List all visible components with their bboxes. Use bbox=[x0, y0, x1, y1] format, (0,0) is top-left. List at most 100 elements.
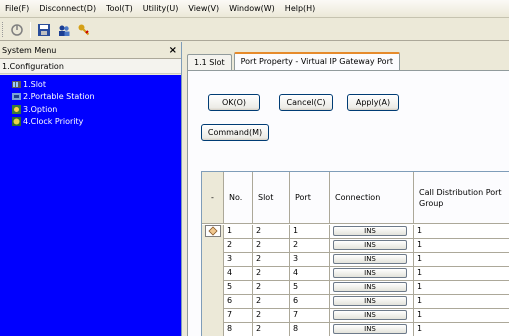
tree-item-slot[interactable]: 1.Slot bbox=[0, 78, 181, 90]
table-row[interactable]: 3 2 3 INS 1 bbox=[224, 253, 509, 267]
system-menu-title: System Menu bbox=[2, 45, 57, 55]
connection-button[interactable]: INS bbox=[333, 324, 407, 334]
connection-button[interactable]: INS bbox=[333, 240, 407, 250]
cell-call-distribution-port-group[interactable]: 1 bbox=[414, 323, 509, 336]
cell-connection[interactable]: INS bbox=[330, 225, 414, 239]
table-row[interactable]: 5 2 5 INS 1 bbox=[224, 281, 509, 295]
cell-no[interactable]: 2 bbox=[224, 239, 253, 253]
cell-port[interactable]: 3 bbox=[290, 253, 330, 267]
cell-slot[interactable]: 2 bbox=[253, 239, 290, 253]
cell-connection[interactable]: INS bbox=[330, 253, 414, 267]
connection-button[interactable]: INS bbox=[333, 310, 407, 320]
connection-button[interactable]: INS bbox=[333, 254, 407, 264]
toolbar bbox=[0, 19, 509, 41]
cell-connection[interactable]: INS bbox=[330, 267, 414, 281]
cell-no[interactable]: 8 bbox=[224, 323, 253, 336]
connection-button[interactable]: INS bbox=[333, 282, 407, 292]
cell-call-distribution-port-group[interactable]: 1 bbox=[414, 309, 509, 323]
port-property-panel: OK(O) Cancel(C) Apply(A) Command(M) - No… bbox=[187, 70, 509, 336]
header-connection[interactable]: Connection bbox=[330, 172, 414, 224]
main-area: 1.1 Slot Port Property - Virtual IP Gate… bbox=[183, 42, 509, 336]
cell-slot[interactable]: 2 bbox=[253, 281, 290, 295]
system-menu-pane: System Menu × 1.Configuration 1.Slot 2.P… bbox=[0, 42, 182, 336]
configuration-label: 1.Configuration bbox=[2, 61, 64, 71]
cell-call-distribution-port-group[interactable]: 1 bbox=[414, 281, 509, 295]
cell-connection[interactable]: INS bbox=[330, 295, 414, 309]
connection-button[interactable]: INS bbox=[333, 296, 407, 306]
cell-call-distribution-port-group[interactable]: 1 bbox=[414, 253, 509, 267]
cell-connection[interactable]: INS bbox=[330, 309, 414, 323]
tree-item-label: 3.Option bbox=[23, 104, 58, 114]
cell-port[interactable]: 5 bbox=[290, 281, 330, 295]
cell-slot[interactable]: 2 bbox=[253, 267, 290, 281]
menu-view[interactable]: View(V) bbox=[183, 0, 224, 18]
cell-call-distribution-port-group[interactable]: 1 bbox=[414, 225, 509, 239]
cell-connection[interactable]: INS bbox=[330, 239, 414, 253]
table-row[interactable]: 7 2 7 INS 1 bbox=[224, 309, 509, 323]
connect-icon[interactable] bbox=[8, 21, 26, 39]
table-row[interactable]: 1 2 1 INS 1 bbox=[224, 225, 509, 239]
cell-connection[interactable]: INS bbox=[330, 281, 414, 295]
cell-port[interactable]: 8 bbox=[290, 323, 330, 336]
menu-disconnect[interactable]: Disconnect(D) bbox=[34, 0, 101, 18]
header-no[interactable]: No. bbox=[224, 172, 253, 224]
header-call-distribution-port-group[interactable]: Call Distribution Port Group bbox=[414, 172, 509, 224]
option-icon bbox=[12, 104, 21, 114]
tree-item-portable-station[interactable]: 2.Portable Station bbox=[0, 91, 181, 103]
connection-button[interactable]: INS bbox=[333, 268, 407, 278]
tab-slot[interactable]: 1.1 Slot bbox=[187, 54, 232, 70]
menu-window[interactable]: Window(W) bbox=[224, 0, 280, 18]
cell-no[interactable]: 1 bbox=[224, 225, 253, 239]
cell-call-distribution-port-group[interactable]: 1 bbox=[414, 267, 509, 281]
cell-slot[interactable]: 2 bbox=[253, 295, 290, 309]
cell-connection[interactable]: INS bbox=[330, 323, 414, 336]
table-row[interactable]: 2 2 2 INS 1 bbox=[224, 239, 509, 253]
cell-no[interactable]: 6 bbox=[224, 295, 253, 309]
table-row[interactable]: 6 2 6 INS 1 bbox=[224, 295, 509, 309]
navigation-tree: 1.Slot 2.Portable Station 3.Option 4.Clo… bbox=[0, 75, 181, 336]
key-icon[interactable] bbox=[75, 21, 93, 39]
header-port[interactable]: Port bbox=[290, 172, 330, 224]
table-row[interactable]: 4 2 4 INS 1 bbox=[224, 267, 509, 281]
menu-file[interactable]: File(F) bbox=[0, 0, 34, 18]
slot-icon bbox=[12, 80, 21, 88]
cell-no[interactable]: 5 bbox=[224, 281, 253, 295]
menu-help[interactable]: Help(H) bbox=[280, 0, 321, 18]
users-icon[interactable] bbox=[55, 21, 73, 39]
cell-port[interactable]: 1 bbox=[290, 225, 330, 239]
cell-no[interactable]: 7 bbox=[224, 309, 253, 323]
cell-slot[interactable]: 2 bbox=[253, 253, 290, 267]
row-header-strip bbox=[202, 225, 224, 336]
cancel-button[interactable]: Cancel(C) bbox=[279, 94, 333, 111]
menu-utility[interactable]: Utility(U) bbox=[138, 0, 184, 18]
cell-call-distribution-port-group[interactable]: 1 bbox=[414, 295, 509, 309]
apply-button[interactable]: Apply(A) bbox=[347, 94, 399, 111]
tab-strip: 1.1 Slot Port Property - Virtual IP Gate… bbox=[187, 52, 402, 70]
cell-call-distribution-port-group[interactable]: 1 bbox=[414, 239, 509, 253]
tab-port-property[interactable]: Port Property - Virtual IP Gateway Port bbox=[233, 52, 400, 70]
configuration-section: 1.Configuration bbox=[0, 59, 181, 74]
menu-tool[interactable]: Tool(T) bbox=[101, 0, 138, 18]
cell-port[interactable]: 4 bbox=[290, 267, 330, 281]
cell-slot[interactable]: 2 bbox=[253, 225, 290, 239]
ok-button[interactable]: OK(O) bbox=[208, 94, 260, 111]
save-icon[interactable] bbox=[35, 21, 53, 39]
cell-slot[interactable]: 2 bbox=[253, 323, 290, 336]
tree-item-label: 2.Portable Station bbox=[23, 92, 95, 101]
close-icon[interactable]: × bbox=[169, 45, 177, 56]
header-slot[interactable]: Slot bbox=[253, 172, 290, 224]
command-button[interactable]: Command(M) bbox=[201, 124, 269, 141]
toolbar-grip[interactable] bbox=[2, 22, 5, 37]
table-row[interactable]: 8 2 8 INS 1 bbox=[224, 323, 509, 336]
tree-item-clock-priority[interactable]: 4.Clock Priority bbox=[0, 116, 181, 128]
cell-port[interactable]: 7 bbox=[290, 309, 330, 323]
cell-port[interactable]: 2 bbox=[290, 239, 330, 253]
cell-no[interactable]: 3 bbox=[224, 253, 253, 267]
cell-port[interactable]: 6 bbox=[290, 295, 330, 309]
cell-no[interactable]: 4 bbox=[224, 267, 253, 281]
connection-button[interactable]: INS bbox=[333, 226, 407, 236]
tree-item-label: 4.Clock Priority bbox=[23, 117, 84, 126]
corner-header[interactable]: - bbox=[202, 172, 224, 224]
tree-item-option[interactable]: 3.Option bbox=[0, 103, 181, 115]
cell-slot[interactable]: 2 bbox=[253, 309, 290, 323]
